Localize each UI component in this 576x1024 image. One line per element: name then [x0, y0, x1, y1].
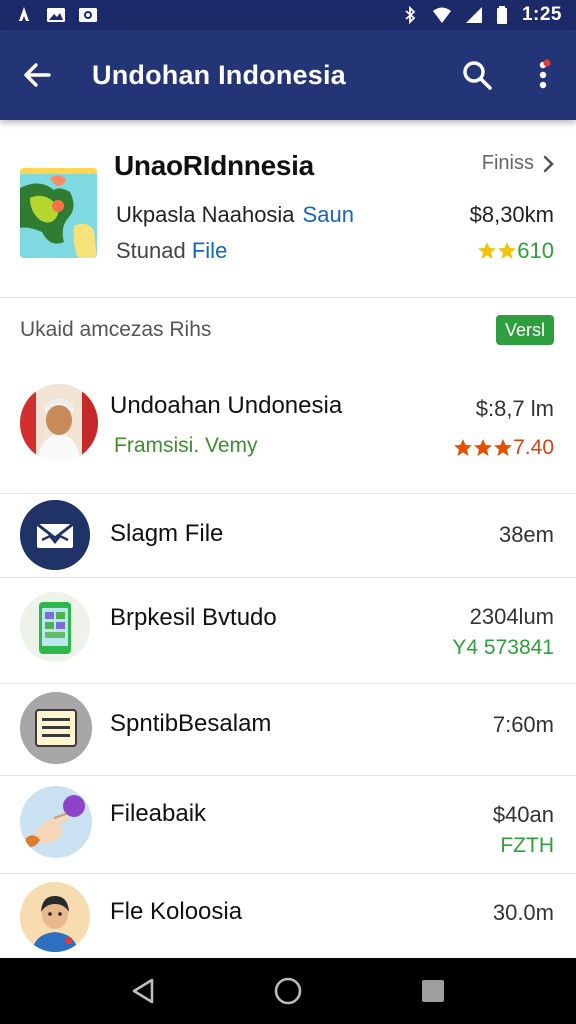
item-value: 7:60m [492, 712, 554, 737]
item-name: Brpkesil Bvtudo [110, 604, 277, 631]
map-thumbnail [20, 168, 97, 258]
wifi-icon [432, 7, 451, 23]
notes-icon [20, 692, 92, 764]
avatar [20, 882, 90, 952]
bluetooth-icon [405, 6, 416, 24]
recents-square-icon [422, 980, 445, 1002]
item-value: 2304lum [469, 604, 554, 629]
section-label: Ukaid amcezas Rihs [20, 318, 212, 341]
search-button[interactable] [444, 30, 510, 120]
list-item[interactable]: Fileabaik $40an FZTH [0, 776, 576, 874]
phone-app-icon [20, 592, 90, 662]
avatar [20, 592, 90, 662]
list-item[interactable]: Brpkesil Bvtudo 2304lum Y4 573841 [0, 578, 576, 684]
inbox-tray-icon [20, 500, 90, 570]
item-value: 38em [498, 522, 554, 547]
avatar [20, 500, 90, 570]
star-icon [454, 439, 473, 456]
featured-link-label: Finiss [481, 152, 534, 174]
photo-icon [79, 8, 97, 22]
nav-recents-button[interactable] [413, 971, 453, 1011]
nav-home-button[interactable] [268, 971, 308, 1011]
featured-subtitle: Ukpasla Naahosia Saun [116, 202, 354, 228]
item-secondary-value: Y4 573841 [452, 636, 554, 659]
item-value: $40an [492, 802, 554, 827]
star-icon [498, 242, 517, 259]
item-name: SpntibBesalam [110, 710, 272, 737]
star-icon [474, 439, 493, 456]
image-icon [47, 8, 65, 22]
avatar [20, 384, 98, 462]
item-name: Undoahan Undonesia [110, 392, 343, 419]
item-subtitle: Framsisi. Vemy [114, 434, 258, 457]
hand-ball-icon [20, 786, 92, 858]
system-nav-bar [0, 958, 576, 1024]
featured-rating: 610 [477, 238, 554, 264]
avatar [20, 786, 92, 858]
item-name: Slagm File [110, 520, 224, 547]
back-triangle-icon [132, 978, 153, 1004]
overflow-menu-button[interactable] [510, 30, 576, 120]
featured-subtitle-accent[interactable]: Saun [303, 202, 354, 227]
item-secondary-value: FZTH [500, 834, 554, 857]
item-name: Fileabaik [110, 800, 207, 827]
featured-file-accent[interactable]: File [192, 238, 227, 263]
arrow-back-icon [24, 63, 51, 87]
featured-price: $8,30km [469, 202, 554, 227]
section-header: Ukaid amcezas Rihs Versl [0, 298, 576, 366]
more-vert-icon [539, 59, 551, 89]
status-time: 1:25 [521, 4, 562, 25]
featured-subtitle-text: Ukpasla Naahosia [116, 202, 295, 227]
featured-rating-value: 610 [517, 238, 554, 263]
list-item[interactable]: Fle Koloosia 30.0m [0, 874, 576, 958]
battery-icon [496, 6, 507, 24]
screen: 1:25 Undohan Indonesia UnaoRIdnnesia Fin… [0, 0, 576, 1024]
star-icon [494, 439, 513, 456]
notification-icon [19, 7, 29, 21]
person-avatar-icon [20, 882, 90, 952]
person-photo-icon [20, 384, 98, 462]
search-icon [463, 61, 492, 90]
list-item[interactable]: Undoahan Undonesia Framsisi. Vemy $:8,7 … [0, 366, 576, 494]
featured-file-prefix: Stunad [116, 238, 186, 263]
item-name: Fle Koloosia [110, 898, 243, 925]
list-item[interactable]: Slagm File 38em [0, 494, 576, 578]
back-button[interactable] [0, 30, 74, 120]
featured-card[interactable]: UnaoRIdnnesia Finiss Ukpasla Naahosia Sau… [0, 120, 576, 298]
chevron-right-icon [543, 155, 554, 172]
item-rating: 7.40 [453, 436, 554, 460]
star-icon [478, 242, 497, 259]
item-value: $:8,7 lm [475, 396, 554, 421]
signal-icon [465, 7, 482, 23]
featured-link[interactable]: Finiss [482, 152, 554, 175]
featured-title: UnaoRIdnnesia [114, 150, 314, 181]
app-bar: Undohan Indonesia [0, 30, 576, 120]
section-badge[interactable]: Versl [495, 315, 554, 345]
status-bar: 1:25 [0, 0, 576, 30]
item-value: 30.0m [492, 900, 554, 925]
avatar [20, 692, 92, 764]
item-rating-value: 7.40 [513, 436, 554, 459]
home-circle-icon [274, 977, 302, 1005]
nav-back-button[interactable] [123, 971, 163, 1011]
featured-file-label: Stunad File [116, 238, 227, 264]
list-item[interactable]: SpntibBesalam 7:60m [0, 684, 576, 776]
map-icon [20, 168, 97, 258]
page-title: Undohan Indonesia [92, 59, 346, 90]
